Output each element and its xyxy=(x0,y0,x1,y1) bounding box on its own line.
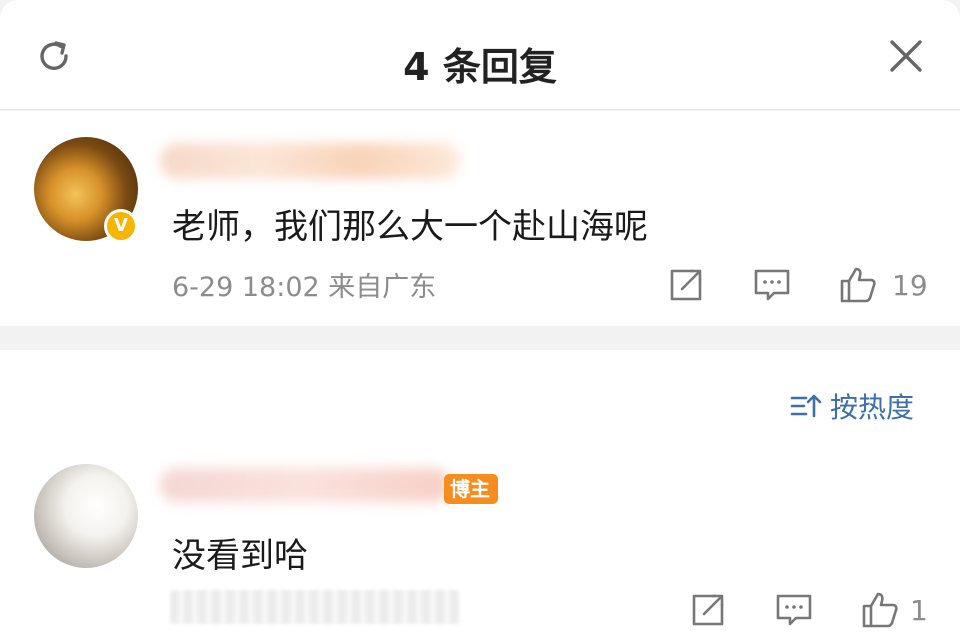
sort-label: 按热度 xyxy=(830,391,915,424)
comment-meta: 6-29 18:02 来自广东 xyxy=(172,272,437,303)
sort-icon xyxy=(790,394,822,418)
comment-text: 老师，我们那么大一个赴山海呢 xyxy=(172,207,648,247)
share-icon xyxy=(692,594,724,626)
username-blurred[interactable] xyxy=(160,143,460,179)
replies-sheet: 4 条回复 V 老师，我们那么大一个赴山海呢 6-29 18:02 来自广东 1… xyxy=(0,0,960,644)
like-button[interactable] xyxy=(860,590,900,630)
meta-blurred xyxy=(170,590,460,624)
close-button[interactable] xyxy=(884,34,928,78)
like-count: 19 xyxy=(892,269,928,302)
verified-badge: V xyxy=(104,209,138,243)
share-button[interactable] xyxy=(666,265,706,305)
comment-icon xyxy=(754,269,790,301)
like-icon xyxy=(862,592,898,628)
replies-section: 按热度 博主 没看到哈 1 xyxy=(0,350,960,644)
comment-icon xyxy=(776,594,812,626)
like-icon xyxy=(840,267,876,303)
reply-button[interactable] xyxy=(752,265,792,305)
avatar[interactable] xyxy=(34,464,138,568)
page-title: 4 条回复 xyxy=(403,45,557,89)
comment-text: 没看到哈 xyxy=(172,536,308,576)
sort-by-heat-button[interactable]: 按热度 xyxy=(790,386,914,426)
like-button[interactable] xyxy=(838,265,878,305)
close-icon xyxy=(890,40,922,72)
share-icon xyxy=(670,269,702,301)
like-count: 1 xyxy=(910,594,928,627)
share-button[interactable] xyxy=(688,590,728,630)
reply-button[interactable] xyxy=(774,590,814,630)
root-comment: V 老师，我们那么大一个赴山海呢 6-29 18:02 来自广东 19 xyxy=(0,111,960,326)
blogger-badge: 博主 xyxy=(444,474,498,504)
sheet-header: 4 条回复 xyxy=(0,0,960,110)
username-blurred[interactable] xyxy=(160,468,450,502)
